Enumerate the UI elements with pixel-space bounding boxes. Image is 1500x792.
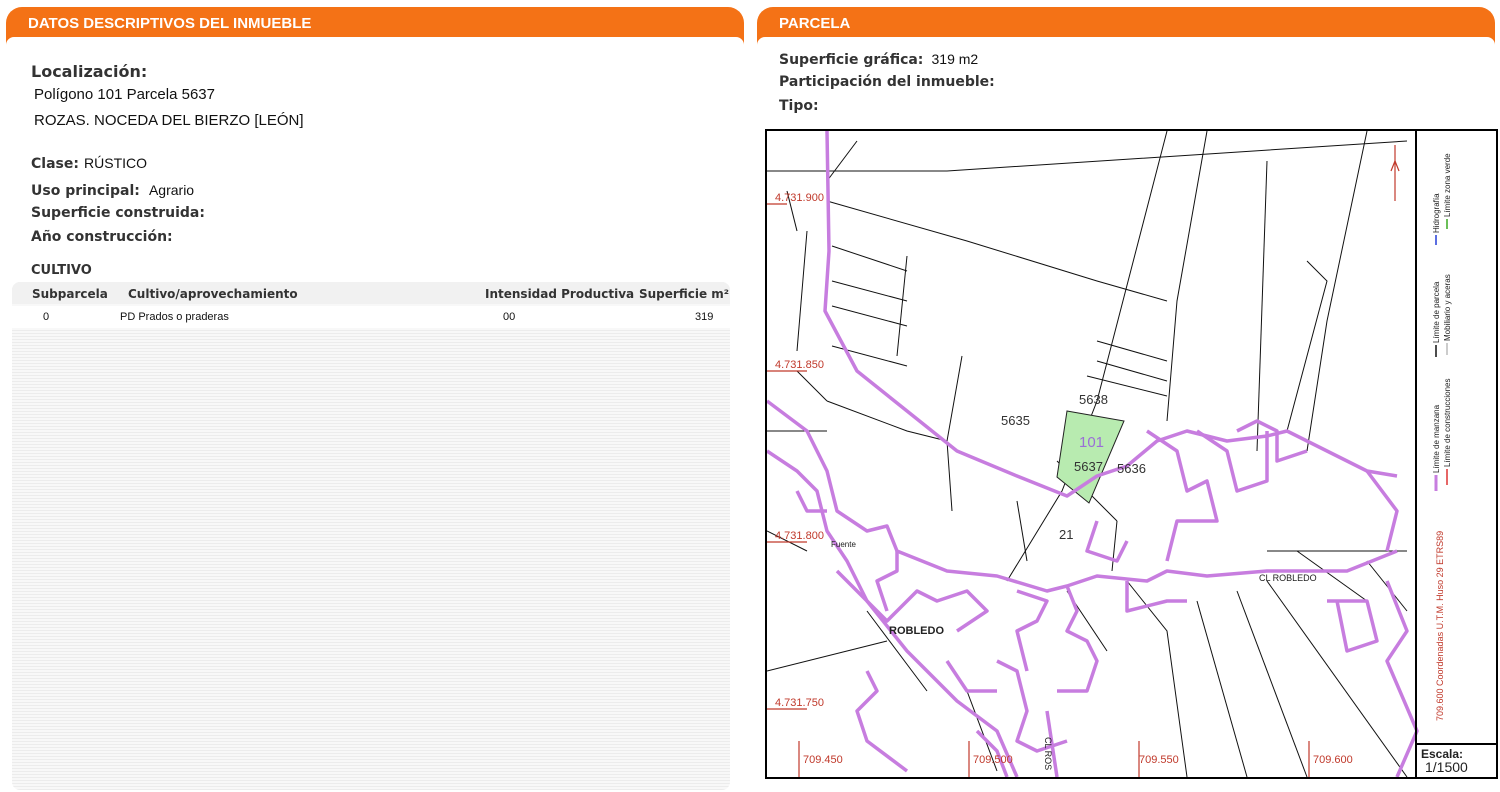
cultivo-table: Subparcela Cultivo/aprovechamiento Inten… — [12, 282, 730, 790]
superficie-grafica-value: 319 m2 — [931, 51, 979, 67]
participacion-label: Participación del inmueble: — [779, 74, 995, 90]
crs-note: 709.600 Coordenadas U.T.M. Huso 29 ETRS8… — [1435, 531, 1445, 721]
x-coord-label: 709.550 — [1139, 754, 1179, 766]
x-coord-label: 709.450 — [803, 754, 843, 766]
scale-value: 1/1500 — [1425, 759, 1468, 775]
tipo-label: Tipo: — [779, 98, 819, 114]
anio-construccion-label: Año construcción: — [31, 229, 173, 245]
table-row: 0 PD Prados o praderas 00 319 — [12, 306, 730, 328]
uso-value: Agrario — [148, 182, 195, 198]
street-label-cl-ros: CL ROS — [1043, 737, 1053, 770]
cell-cultivo: PD Prados o praderas — [120, 311, 229, 323]
x-coord-label: 709.600 — [1313, 754, 1353, 766]
parcel-label-21: 21 — [1059, 527, 1073, 542]
cell-intensidad: 00 — [503, 311, 516, 323]
superficie-grafica-label: Superficie gráfica: — [779, 52, 924, 68]
parcela-title: PARCELA — [779, 15, 851, 32]
legend-item-mobiliario: Mobiliario y aceras — [1443, 274, 1452, 341]
parcel-label-5636: 5636 — [1117, 461, 1146, 476]
descriptive-data-header: DATOS DESCRIPTIVOS DEL INMUEBLE — [6, 7, 744, 45]
y-coord-label: 4.731.800 — [775, 530, 824, 542]
superficie-grafica-row: Superficie gráfica: 319 m2 — [779, 49, 978, 68]
uso-label: Uso principal: — [31, 183, 140, 199]
cadastral-map: 4.731.900 4.731.850 4.731.800 4.731.750 … — [765, 129, 1498, 779]
parcel-label-5635: 5635 — [1001, 413, 1030, 428]
cultivo-table-header: Subparcela Cultivo/aprovechamiento Inten… — [12, 282, 730, 304]
column-header-subparcela: Subparcela — [32, 287, 108, 301]
legend-item-hidrografia: Hidrografía — [1432, 193, 1441, 233]
y-coord-label: 4.731.750 — [775, 697, 824, 709]
localizacion-label: Localización: — [31, 62, 148, 81]
column-header-intensidad: Intensidad Productiva — [485, 287, 635, 301]
column-header-cultivo: Cultivo/aprovechamiento — [128, 287, 298, 301]
place-label-robledo: ROBLEDO — [889, 625, 944, 637]
highlighted-parcel-5637 — [1056, 410, 1125, 504]
localizacion-line2: ROZAS. NOCEDA DEL BIERZO [LEÓN] — [34, 112, 304, 129]
polygon-label-101: 101 — [1079, 434, 1104, 451]
clase-value: RÚSTICO — [84, 155, 148, 171]
cell-superficie: 319 — [695, 311, 714, 323]
clase-row: Clase: RÚSTICO — [31, 153, 147, 172]
superficie-construida-label: Superficie construida: — [31, 205, 205, 221]
map-legend: Hidrografía Límite zona verde Límite de … — [1415, 131, 1496, 745]
legend-item-construcciones: Límite de construcciones — [1443, 379, 1452, 468]
legend-item-manzana: Límite de manzana — [1432, 404, 1441, 473]
localizacion-line1: Polígono 101 Parcela 5637 — [34, 86, 215, 103]
uso-row: Uso principal: Agrario — [31, 180, 194, 199]
legend-drawing: Hidrografía Límite zona verde Límite de … — [1432, 153, 1452, 721]
parcela-header: PARCELA — [757, 7, 1495, 45]
legend-item-limite-parcela: Límite de parcela — [1432, 281, 1441, 343]
cell-subparcela: 0 — [43, 311, 50, 323]
map-drawing: 4.731.900 4.731.850 4.731.800 4.731.750 … — [767, 131, 1419, 777]
legend-item-zona-verde: Límite zona verde — [1443, 153, 1452, 217]
label-fuente: Fuente — [831, 540, 856, 549]
x-coord-label: 709.500 — [973, 754, 1013, 766]
parcel-label-5638: 5638 — [1079, 392, 1108, 407]
column-header-superficie: Superficie m² — [639, 287, 730, 301]
clase-label: Clase: — [31, 156, 79, 172]
scale-box: Escala: 1/1500 — [1415, 743, 1496, 777]
cultivo-title: CULTIVO — [31, 263, 92, 278]
y-coord-label: 4.731.850 — [775, 359, 824, 371]
street-label-cl-robledo: CL ROBLEDO — [1259, 573, 1317, 583]
y-coord-label: 4.731.900 — [775, 192, 824, 204]
descriptive-data-title: DATOS DESCRIPTIVOS DEL INMUEBLE — [28, 15, 312, 32]
parcel-label-5637: 5637 — [1074, 459, 1103, 474]
